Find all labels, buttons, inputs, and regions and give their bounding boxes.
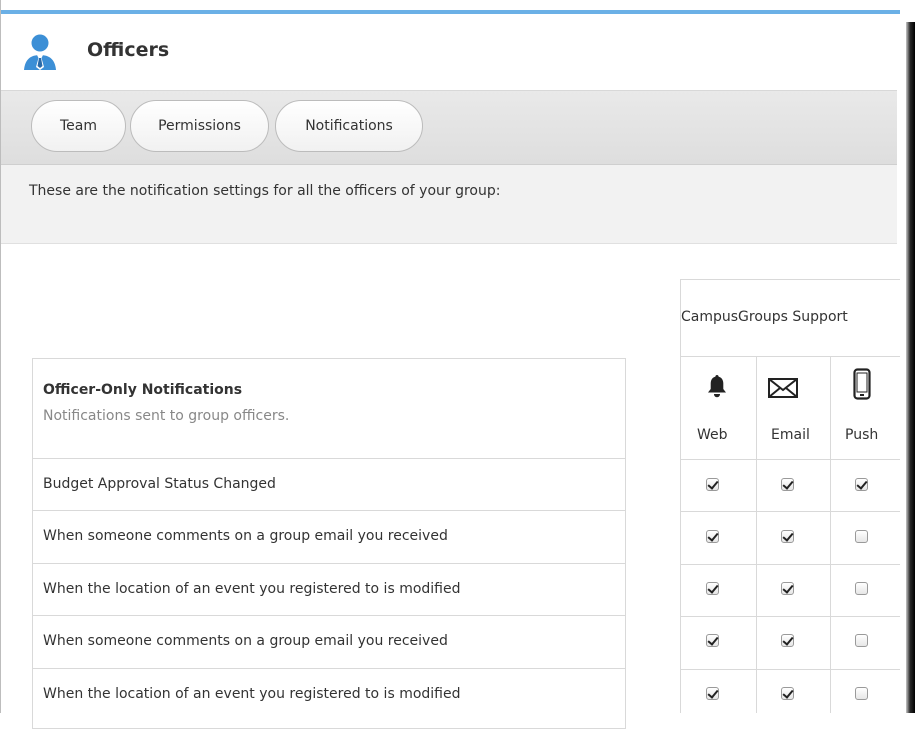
push-checkbox[interactable] (855, 582, 868, 595)
window-edge-shadow (906, 22, 915, 713)
intro-text: These are the notification settings for … (29, 183, 501, 199)
email-checkbox[interactable] (781, 687, 794, 700)
grid-line (680, 279, 900, 280)
table-row: When the location of an event you regist… (32, 669, 626, 729)
tab-team[interactable]: Team (31, 100, 126, 152)
tab-permissions[interactable]: Permissions (130, 100, 269, 152)
grid-line (756, 356, 757, 713)
web-checkbox[interactable] (706, 530, 719, 543)
tab-notifications[interactable]: Notifications (275, 100, 423, 152)
row-label: When the location of an event you regist… (43, 581, 461, 597)
bell-icon (708, 375, 726, 398)
phone-icon (853, 368, 871, 400)
support-title: CampusGroups Support (681, 309, 848, 325)
grid-line (680, 356, 900, 357)
email-checkbox[interactable] (781, 530, 794, 543)
grid-line (680, 511, 900, 512)
grid-line (680, 279, 681, 713)
row-label: When someone comments on a group email y… (43, 633, 448, 649)
intro-banner: These are the notification settings for … (1, 165, 897, 244)
row-label: When the location of an event you regist… (43, 686, 461, 702)
email-checkbox[interactable] (781, 478, 794, 491)
panel-header: Officers (1, 14, 897, 91)
top-strip (0, 0, 915, 10)
push-checkbox[interactable] (855, 687, 868, 700)
page-title: Officers (87, 39, 170, 61)
grid-line (680, 459, 900, 460)
row-label: Budget Approval Status Changed (43, 476, 276, 492)
grid-line (830, 356, 831, 713)
officer-user-icon (24, 34, 56, 70)
section-header: Officer-Only Notifications Notifications… (32, 358, 626, 459)
push-checkbox[interactable] (855, 478, 868, 491)
envelope-icon (768, 378, 798, 398)
web-checkbox[interactable] (706, 478, 719, 491)
push-checkbox[interactable] (855, 530, 868, 543)
column-label-push: Push (845, 427, 879, 443)
section-title: Officer-Only Notifications (43, 382, 243, 398)
grid-line (680, 616, 900, 617)
column-label-email: Email (771, 427, 810, 443)
table-row: When someone comments on a group email y… (32, 616, 626, 669)
web-checkbox[interactable] (706, 634, 719, 647)
email-checkbox[interactable] (781, 634, 794, 647)
email-checkbox[interactable] (781, 582, 794, 595)
push-checkbox[interactable] (855, 634, 868, 647)
grid-line (680, 564, 900, 565)
table-row: When someone comments on a group email y… (32, 511, 626, 564)
grid-line (680, 669, 900, 670)
column-label-web: Web (697, 427, 728, 443)
table-row: When the location of an event you regist… (32, 564, 626, 616)
tab-bar: Team Permissions Notifications (1, 91, 897, 165)
web-checkbox[interactable] (706, 687, 719, 700)
row-label: When someone comments on a group email y… (43, 528, 448, 544)
table-row: Budget Approval Status Changed (32, 459, 626, 511)
officers-panel: Officers Team Permissions Notifications … (0, 0, 915, 729)
web-checkbox[interactable] (706, 582, 719, 595)
section-subtitle: Notifications sent to group officers. (43, 408, 290, 424)
